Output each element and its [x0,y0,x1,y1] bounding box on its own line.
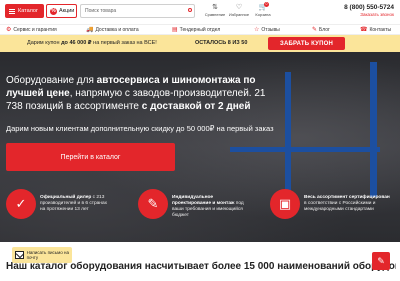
feature-certified: ▣ Весь ассортимент сертифицирован в соот… [270,189,396,227]
hero-section: Оборудование для автосервиса и шиномонта… [0,52,400,242]
cart-label: Корзина [255,12,271,17]
go-to-catalog-button[interactable]: Перейти в каталог [6,143,175,171]
search-icon[interactable] [188,8,192,12]
hero-title-part: Оборудование для [6,75,97,86]
email-widget-label: Написать письмо на почту [26,250,69,260]
promo-prefix: Дарим купон [27,40,60,46]
cart-icon: 🛒 0 [251,2,275,12]
hero-subtitle: Дарим новым клиентам дополнительную скид… [6,124,274,133]
promo-remaining: ОСТАЛОСЬ 8 ИЗ 50 [195,40,248,46]
phone-icon: ☎ [360,27,368,33]
feature-text: Весь ассортимент сертифицирован в соотве… [304,195,392,213]
favorites-icon: ♡ [235,4,243,11]
car-lift-post [370,62,377,197]
promo-suffix: на первый заказ на ВСЕ! [93,40,157,46]
favorites-button[interactable]: ♡ Избранное [227,3,251,17]
promo-text: Дарим купон до 46 000 ₽ на первый заказ … [27,40,157,46]
main-nav: ⚙ Сервис и гарантия 🚚 Доставка и оплата … [0,24,400,35]
edit-icon: ✎ [377,255,385,266]
nav-item-reviews[interactable]: ☆ Отзывы [254,26,280,34]
catalog-button[interactable]: Каталог [5,4,44,18]
phone-number[interactable]: 8 (800) 550-5724 [344,4,394,11]
mail-icon [15,251,24,259]
nav-item-tender[interactable]: ▤ Тендерный отдел [172,26,221,34]
hero-title: Оборудование для автосервиса и шиномонта… [6,74,266,113]
feature-bold: Официальный дилер [40,195,92,200]
catalog-label: Каталог [18,8,38,14]
nav-label: Блог [319,26,330,33]
car-lift-arm [230,147,380,152]
nav-item-blog[interactable]: ✎ Блог [312,26,330,34]
callback-link[interactable]: Заказать звонок [360,12,394,17]
checkmark-icon: ✓ [6,189,36,219]
feature-design: ✎ Индивидуальное проектирование и монтаж… [138,189,263,227]
pen-icon: ✎ [312,27,318,33]
nav-label: Сервис и гарантия [13,26,57,33]
nav-label: Доставка и оплата [95,26,139,33]
menu-icon [9,8,15,14]
truck-icon: 🚚 [86,27,94,33]
document-icon: ▤ [172,27,178,33]
feature-text: Индивидуальное проектирование и монтаж п… [172,195,244,219]
scroll-top-button[interactable]: ✎ [372,252,390,270]
favorites-label: Избранное [228,12,250,17]
nav-item-delivery[interactable]: 🚚 Доставка и оплата [86,26,139,34]
sale-button[interactable]: % Акции [46,4,77,18]
feature-dealer: ✓ Официальный дилер с 213 производителей… [6,189,126,227]
search-placeholder: Поиск товара [85,8,117,14]
feature-bold: Индивидуальное проектирование и монтаж [172,195,235,206]
compare-icon: ⇅ [212,4,218,11]
nav-item-contacts[interactable]: ☎ Контакты [360,26,392,34]
nav-label: Контакты [369,26,392,33]
header: Каталог % Акции Поиск товара ⇅ Сравнение… [0,0,400,24]
certificate-icon: ▣ [270,189,300,219]
feature-bold: Весь ассортимент сертифицирован [304,195,390,200]
cart-badge: 0 [264,2,269,7]
nav-label: Тендерный отдел [179,26,221,33]
search-input[interactable]: Поиск товара [80,4,195,18]
compare-label: Сравнение [204,12,226,17]
get-coupon-button[interactable]: ЗАБРАТЬ КУПОН [268,37,345,50]
hero-title-highlight: с доставкой от 2 дней [141,101,251,112]
cart-button[interactable]: 🛒 0 Корзина [251,2,275,17]
promo-banner: Дарим купон до 46 000 ₽ на первый заказ … [0,35,400,52]
nav-label: Отзывы [261,26,280,33]
feature-desc: в соответствии с Российскими и междунаро… [304,201,376,212]
feature-text: Официальный дилер с 213 производителей и… [40,195,112,213]
email-us-widget[interactable]: Написать письмо на почту [12,247,72,263]
percent-icon: % [50,7,57,15]
nav-item-service[interactable]: ⚙ Сервис и гарантия [6,26,57,34]
star-icon: ☆ [254,27,260,33]
promo-amount: до 46 000 ₽ [61,40,92,46]
pencil-icon: ✎ [138,189,168,219]
gear-icon: ⚙ [6,27,12,33]
sale-label: Акции [59,8,75,14]
compare-button[interactable]: ⇅ Сравнение [203,3,227,17]
